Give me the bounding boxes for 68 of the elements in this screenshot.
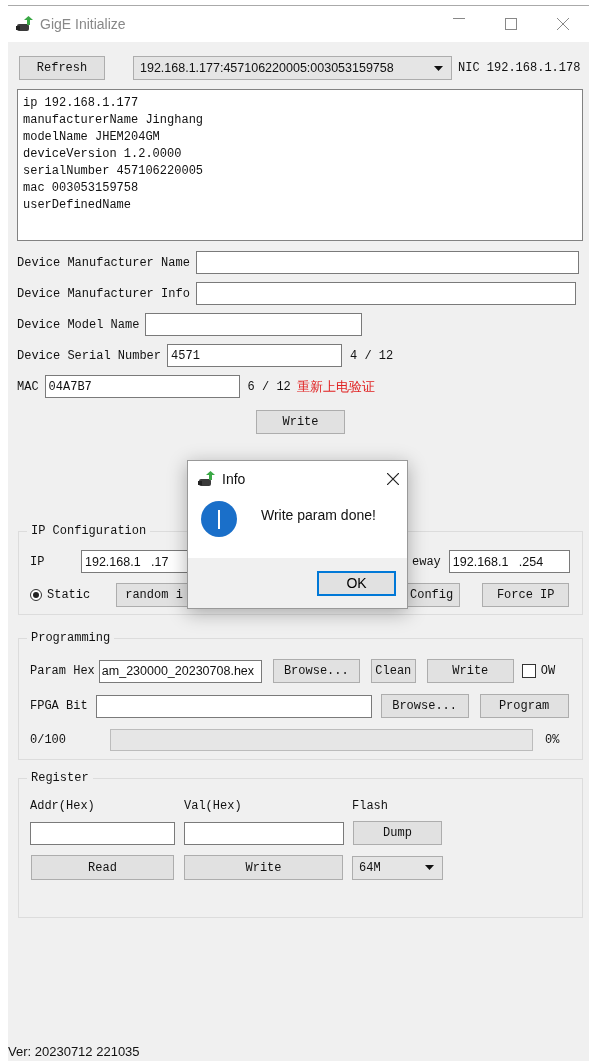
app-icon bbox=[198, 471, 216, 487]
write-button[interactable]: Write bbox=[184, 855, 343, 880]
field-label: Device Manufacturer Info bbox=[17, 286, 190, 301]
progress-count: 0/100 bbox=[30, 733, 67, 747]
text-field[interactable]: 04A7B7 bbox=[44, 375, 240, 398]
group-title: IP Configuration bbox=[27, 524, 151, 538]
text-field[interactable] bbox=[195, 282, 576, 305]
static-label: Static bbox=[47, 588, 91, 602]
write-button[interactable]: Write bbox=[256, 410, 345, 434]
clean-button[interactable]: Clean bbox=[370, 659, 416, 683]
info-line: mac 003053159758 bbox=[23, 180, 140, 197]
val-label: Val(Hex) bbox=[184, 799, 243, 813]
info-line: userDefinedName bbox=[23, 197, 133, 214]
info-line: modelName JHEM204GM bbox=[23, 129, 161, 146]
program-button[interactable]: Program bbox=[479, 694, 569, 718]
param-hex-label: Param Hex bbox=[30, 664, 95, 678]
gateway-label: eway bbox=[412, 554, 441, 569]
addr-field[interactable] bbox=[30, 821, 175, 845]
field-label: Device Serial Number bbox=[17, 348, 162, 363]
gateway-field[interactable]: 192.168.1 .254 bbox=[448, 550, 570, 573]
write-button[interactable]: Write bbox=[426, 659, 514, 683]
val-field[interactable] bbox=[184, 821, 344, 845]
refresh-button[interactable]: Refresh bbox=[19, 56, 105, 80]
window-title: GigE Initialize bbox=[40, 16, 126, 32]
fpga-bit-label: FPGA Bit bbox=[30, 699, 88, 713]
close-icon[interactable] bbox=[387, 473, 399, 485]
flash-size-dropdown[interactable]: 64M bbox=[352, 855, 443, 880]
field-label: Device Model Name bbox=[17, 317, 140, 332]
ok-button[interactable]: OK bbox=[317, 570, 396, 596]
ow-label: OW bbox=[540, 664, 556, 678]
minimize-icon[interactable] bbox=[453, 18, 465, 20]
field-label: Device Manufacturer Name bbox=[17, 255, 190, 270]
info-line: manufacturerName Jinghang bbox=[23, 112, 205, 129]
warning-note: 重新上电验证 bbox=[296, 377, 375, 396]
caret-icon bbox=[425, 865, 434, 870]
group-title: Programming bbox=[27, 631, 115, 645]
dialog-message: Write param done! bbox=[261, 507, 376, 523]
device-dropdown[interactable]: 192.168.1.177:457106220005:003053159758 bbox=[133, 56, 452, 80]
radio-button[interactable] bbox=[30, 589, 42, 601]
version-label: Ver: 20230712 221035 bbox=[8, 1044, 141, 1059]
nic-label: NIC 192.168.1.178 bbox=[458, 61, 581, 75]
read-button[interactable]: Read bbox=[31, 855, 174, 880]
info-line: deviceVersion 1.2.0000 bbox=[23, 146, 183, 163]
ip-label: IP bbox=[30, 554, 46, 569]
char-count: 6 / 12 bbox=[247, 379, 291, 394]
force-ip-button[interactable]: Force IP bbox=[482, 583, 570, 607]
browse-button[interactable]: Browse... bbox=[272, 659, 360, 683]
text-field[interactable] bbox=[145, 313, 363, 336]
text-field[interactable] bbox=[195, 251, 579, 274]
text-field[interactable]: 4571 bbox=[167, 344, 343, 367]
browse-button[interactable]: Browse... bbox=[380, 694, 469, 718]
group-title: Register bbox=[27, 771, 93, 785]
fpga-bit-field[interactable] bbox=[95, 694, 372, 718]
app-icon bbox=[16, 16, 34, 32]
info-line: serialNumber 457106220005 bbox=[23, 163, 205, 180]
field-label: MAC bbox=[17, 379, 39, 394]
flash-label: Flash bbox=[352, 799, 388, 813]
maximize-icon[interactable] bbox=[505, 18, 517, 30]
info-icon bbox=[201, 501, 237, 537]
param-hex-field[interactable]: am_230000_20230708.hex bbox=[98, 659, 262, 683]
dialog-title: Info bbox=[222, 471, 246, 487]
char-count: 4 / 12 bbox=[350, 348, 394, 363]
addr-label: Addr(Hex) bbox=[30, 799, 96, 813]
info-line: ip 192.168.1.177 bbox=[23, 95, 140, 112]
caret-icon bbox=[434, 65, 443, 71]
checkbox[interactable] bbox=[521, 664, 536, 678]
progress-percent: 0% bbox=[545, 733, 560, 747]
dump-button[interactable]: Dump bbox=[353, 821, 442, 845]
